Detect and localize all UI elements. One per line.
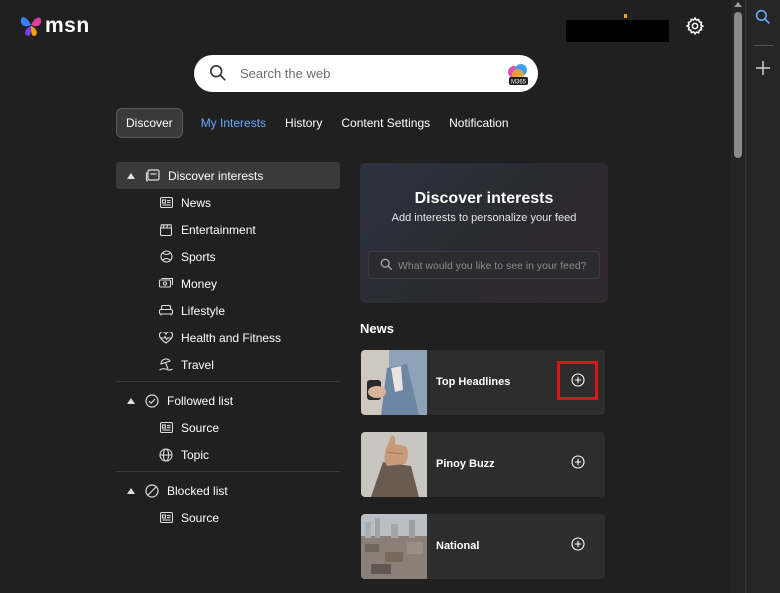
globe-icon (159, 447, 173, 462)
tab-content-settings[interactable]: Content Settings (341, 116, 430, 130)
tree-item-label: Topic (181, 447, 210, 462)
topic-name: National (436, 540, 480, 552)
collapse-triangle-icon[interactable] (127, 487, 135, 494)
search-icon (209, 64, 227, 87)
topic-name: Top Headlines (436, 376, 511, 388)
tree-blocked-label: Blocked list (167, 483, 228, 498)
search-icon (380, 258, 393, 276)
topic-thumbnail (361, 350, 427, 415)
newspaper-icon (159, 512, 173, 523)
topic-card-national[interactable]: National (361, 514, 605, 579)
ball-icon (159, 250, 173, 263)
newspaper-icon (159, 422, 173, 433)
main-content: msn Search the web M365 Discover My Inte… (0, 0, 731, 593)
interest-search-input[interactable]: What would you like to see in your feed? (368, 251, 600, 279)
collapse-triangle-icon[interactable] (127, 397, 135, 404)
tree-item-travel[interactable]: Travel (116, 351, 340, 378)
copilot-badge: M365 (511, 80, 527, 86)
sofa-icon (159, 305, 173, 316)
tree-item-followed-topic[interactable]: Topic (116, 441, 340, 468)
tree-discover-interests[interactable]: Discover interests (116, 162, 340, 189)
butterfly-icon (20, 17, 42, 36)
tab-my-interests[interactable]: My Interests (201, 116, 266, 130)
news-section-heading: News (360, 321, 394, 336)
tree-item-blocked-source[interactable]: Source (116, 504, 340, 531)
topic-thumbnail (361, 432, 427, 497)
gear-icon[interactable] (685, 16, 705, 41)
tree-item-label: Sports (181, 249, 216, 264)
money-icon (159, 278, 173, 289)
tree-item-label: Source (181, 510, 220, 525)
tab-notification[interactable]: Notification (449, 116, 508, 130)
tree-item-label: Health and Fitness (181, 330, 282, 345)
page-scrollbar[interactable] (731, 0, 745, 593)
tree-item-label: Money (181, 276, 218, 291)
scrollbar-thumb[interactable] (734, 12, 742, 158)
tree-followed-list[interactable]: Followed list (116, 387, 340, 414)
tree-item-label: News (181, 195, 212, 210)
discover-card-title: Discover interests (414, 190, 554, 207)
tree-item-money[interactable]: Money (116, 270, 340, 297)
newspaper-icon (159, 197, 173, 208)
settings-tabs: Discover My Interests History Content Se… (116, 108, 528, 138)
tree-item-label: Source (181, 420, 220, 435)
check-circle-icon (145, 393, 159, 408)
tab-history[interactable]: History (285, 116, 322, 130)
heart-pulse-icon (159, 331, 173, 344)
notification-dot (624, 14, 627, 18)
tree-item-lifestyle[interactable]: Lifestyle (116, 297, 340, 324)
beach-icon (159, 358, 173, 371)
tree-item-entertainment[interactable]: Entertainment (116, 216, 340, 243)
blocked-icon (145, 483, 159, 498)
copilot-icon[interactable]: M365 (506, 62, 530, 91)
plus-icon[interactable] (755, 60, 771, 81)
tab-discover[interactable]: Discover (116, 108, 183, 138)
tree-item-health-and-fitness[interactable]: Health and Fitness (116, 324, 340, 351)
tree-blocked-list[interactable]: Blocked list (116, 477, 340, 504)
interests-tree: Discover interests News Entertainment Sp… (116, 162, 340, 531)
topic-card-pinoy-buzz[interactable]: Pinoy Buzz (361, 432, 605, 497)
divider (754, 45, 773, 46)
brand-name: msn (45, 14, 90, 37)
tree-item-news[interactable]: News (116, 189, 340, 216)
msn-logo[interactable]: msn (20, 13, 90, 39)
divider (116, 381, 340, 382)
add-topic-icon[interactable] (571, 537, 585, 556)
clapperboard-icon (159, 223, 173, 236)
highlight-box (557, 361, 598, 400)
tree-followed-label: Followed list (167, 393, 234, 408)
tree-item-label: Entertainment (181, 222, 256, 237)
discover-interests-card: Discover interests Add interests to pers… (360, 163, 608, 303)
search-icon[interactable] (755, 9, 771, 30)
tree-item-sports[interactable]: Sports (116, 243, 340, 270)
browser-sidebar (745, 0, 780, 593)
discover-icon (145, 169, 160, 182)
tree-discover-label: Discover interests (168, 168, 264, 183)
redacted-area (566, 20, 669, 42)
scroll-up-icon[interactable] (734, 2, 742, 7)
interest-search-placeholder: What would you like to see in your feed? (398, 260, 587, 272)
collapse-triangle-icon[interactable] (127, 172, 135, 179)
discover-card-subtitle: Add interests to personalize your feed (391, 212, 577, 224)
topic-thumbnail (361, 514, 427, 579)
tree-item-label: Travel (181, 357, 214, 372)
web-search-bar[interactable]: Search the web M365 (194, 55, 538, 92)
search-placeholder: Search the web (240, 66, 331, 81)
divider (116, 471, 340, 472)
tree-item-label: Lifestyle (181, 303, 226, 318)
topic-name: Pinoy Buzz (436, 458, 495, 470)
tree-item-followed-source[interactable]: Source (116, 414, 340, 441)
add-topic-icon[interactable] (571, 455, 585, 474)
